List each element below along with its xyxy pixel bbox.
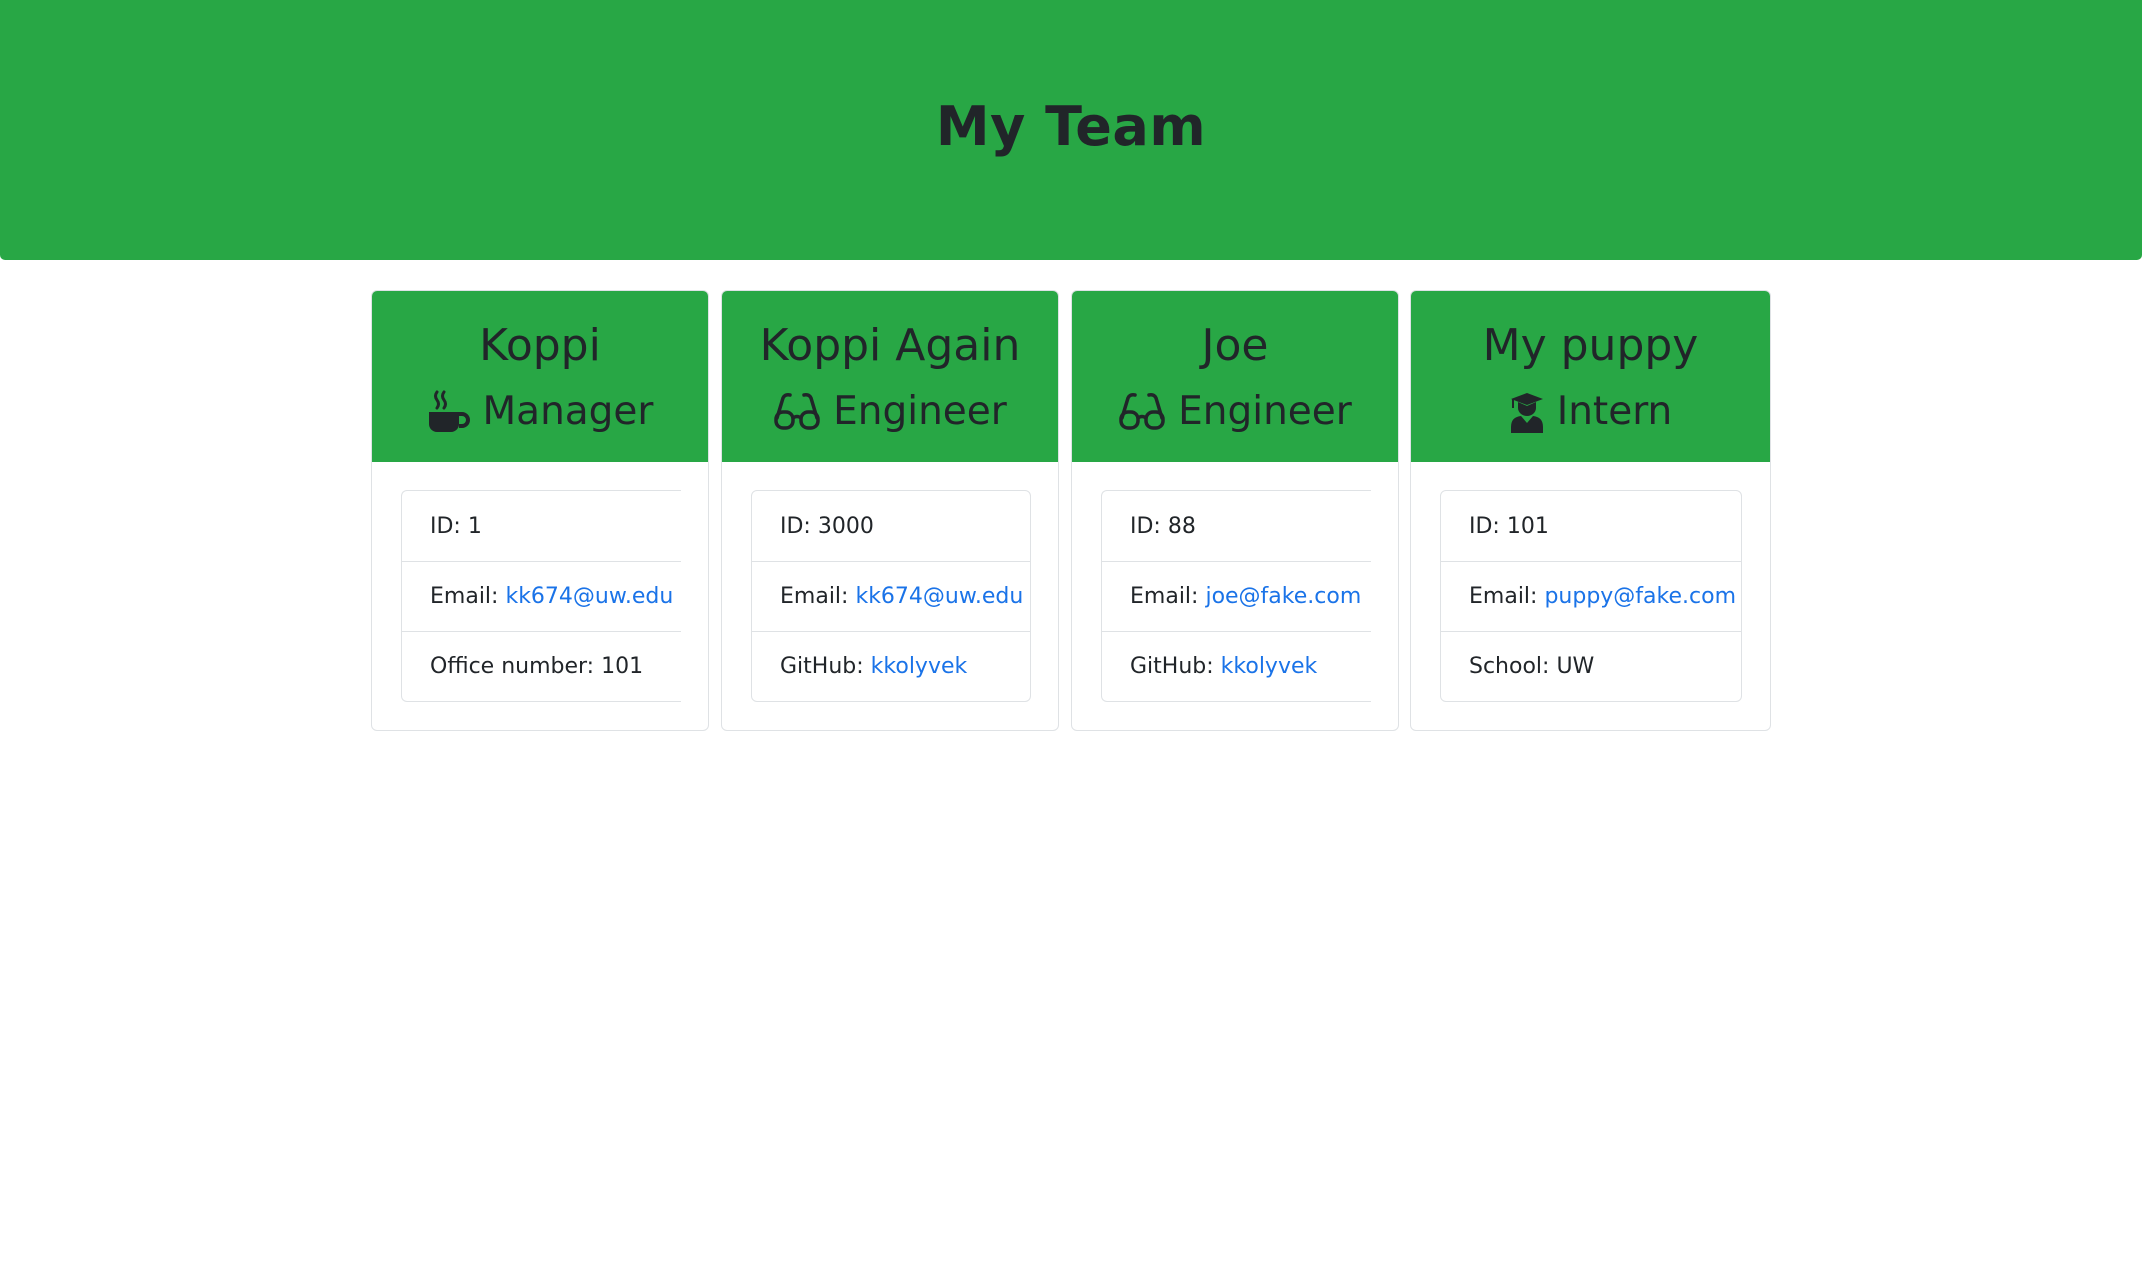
list-item-id: ID: 3000 [752, 491, 1030, 561]
role-label: Manager [482, 388, 654, 434]
role-label: Engineer [1178, 388, 1352, 434]
id-label: ID: [1130, 513, 1161, 539]
list-item-email: Email: kk674@uw.edu [402, 561, 681, 631]
employee-role: Intern [1509, 384, 1673, 440]
employee-card-manager: Koppi Manager ID: 1 Email: kk674@uw.edu … [371, 290, 709, 731]
list-item-email: Email: kk674@uw.edu [752, 561, 1030, 631]
id-value: 101 [1506, 513, 1549, 539]
employee-info-list: ID: 1 Email: kk674@uw.edu Office number:… [401, 490, 681, 702]
email-label: Email: [1469, 584, 1538, 609]
github-link[interactable]: kkolyvek [871, 654, 968, 679]
id-value: 88 [1167, 513, 1196, 539]
office-value: 101 [601, 654, 644, 679]
card-header: Joe Engineer [1072, 291, 1398, 462]
id-value: 3000 [817, 513, 874, 539]
employee-name: Koppi [479, 319, 601, 371]
list-item-school: School: UW [1441, 631, 1741, 701]
employee-info-list: ID: 88 Email: joe@fake.com GitHub: kkoly… [1101, 490, 1371, 702]
list-item-id: ID: 101 [1441, 491, 1741, 561]
id-label: ID: [430, 513, 461, 539]
card-header: Koppi Manager [372, 291, 708, 462]
school-value: UW [1556, 654, 1595, 679]
card-header: Koppi Again Engineer [722, 291, 1058, 462]
list-item-email: Email: joe@fake.com [1102, 561, 1371, 631]
employee-role: Manager [427, 384, 654, 440]
list-item-id: ID: 1 [402, 491, 681, 561]
employee-role: Engineer [773, 384, 1007, 440]
role-label: Intern [1556, 388, 1673, 434]
card-header: My puppy Intern [1411, 291, 1770, 462]
email-link[interactable]: kk674@uw.edu [505, 584, 673, 609]
office-label: Office number: [430, 654, 595, 679]
email-link[interactable]: kk674@uw.edu [855, 584, 1023, 609]
graduate-icon [1509, 391, 1545, 433]
github-label: GitHub: [1130, 654, 1214, 679]
list-item-github: GitHub: kkolyvek [752, 631, 1030, 701]
employee-name: My puppy [1482, 319, 1699, 371]
id-label: ID: [1469, 513, 1500, 539]
employee-role: Engineer [1118, 384, 1352, 440]
glasses-icon [773, 392, 821, 432]
coffee-mug-icon [427, 390, 471, 434]
role-label: Engineer [833, 388, 1007, 434]
employee-card-engineer: Koppi Again Engineer ID: 3000 Email: kk6… [721, 290, 1059, 731]
github-link[interactable]: kkolyvek [1221, 654, 1318, 679]
email-link[interactable]: joe@fake.com [1205, 584, 1361, 609]
email-link[interactable]: puppy@fake.com [1544, 584, 1736, 609]
email-label: Email: [780, 584, 849, 609]
list-item-office: Office number: 101 [402, 631, 681, 701]
email-label: Email: [1130, 584, 1199, 609]
employee-card-intern: My puppy Intern ID: 101 Email: puppy@fak… [1410, 290, 1771, 731]
employee-name: Koppi Again [759, 319, 1021, 371]
page-title: My Team [935, 94, 1207, 158]
list-item-github: GitHub: kkolyvek [1102, 631, 1371, 701]
list-item-id: ID: 88 [1102, 491, 1371, 561]
employee-name: Joe [1201, 319, 1269, 371]
id-label: ID: [780, 513, 811, 539]
employee-card-engineer: Joe Engineer ID: 88 Email: joe@fake.com [1071, 290, 1399, 731]
team-header: My Team [0, 0, 2142, 260]
email-label: Email: [430, 584, 499, 609]
id-value: 1 [467, 513, 482, 539]
list-item-email: Email: puppy@fake.com [1441, 561, 1741, 631]
employee-info-list: ID: 3000 Email: kk674@uw.edu GitHub: kko… [751, 490, 1031, 702]
glasses-icon [1118, 392, 1166, 432]
github-label: GitHub: [780, 654, 864, 679]
school-label: School: [1469, 654, 1550, 679]
employee-info-list: ID: 101 Email: puppy@fake.com School: UW [1440, 490, 1742, 702]
